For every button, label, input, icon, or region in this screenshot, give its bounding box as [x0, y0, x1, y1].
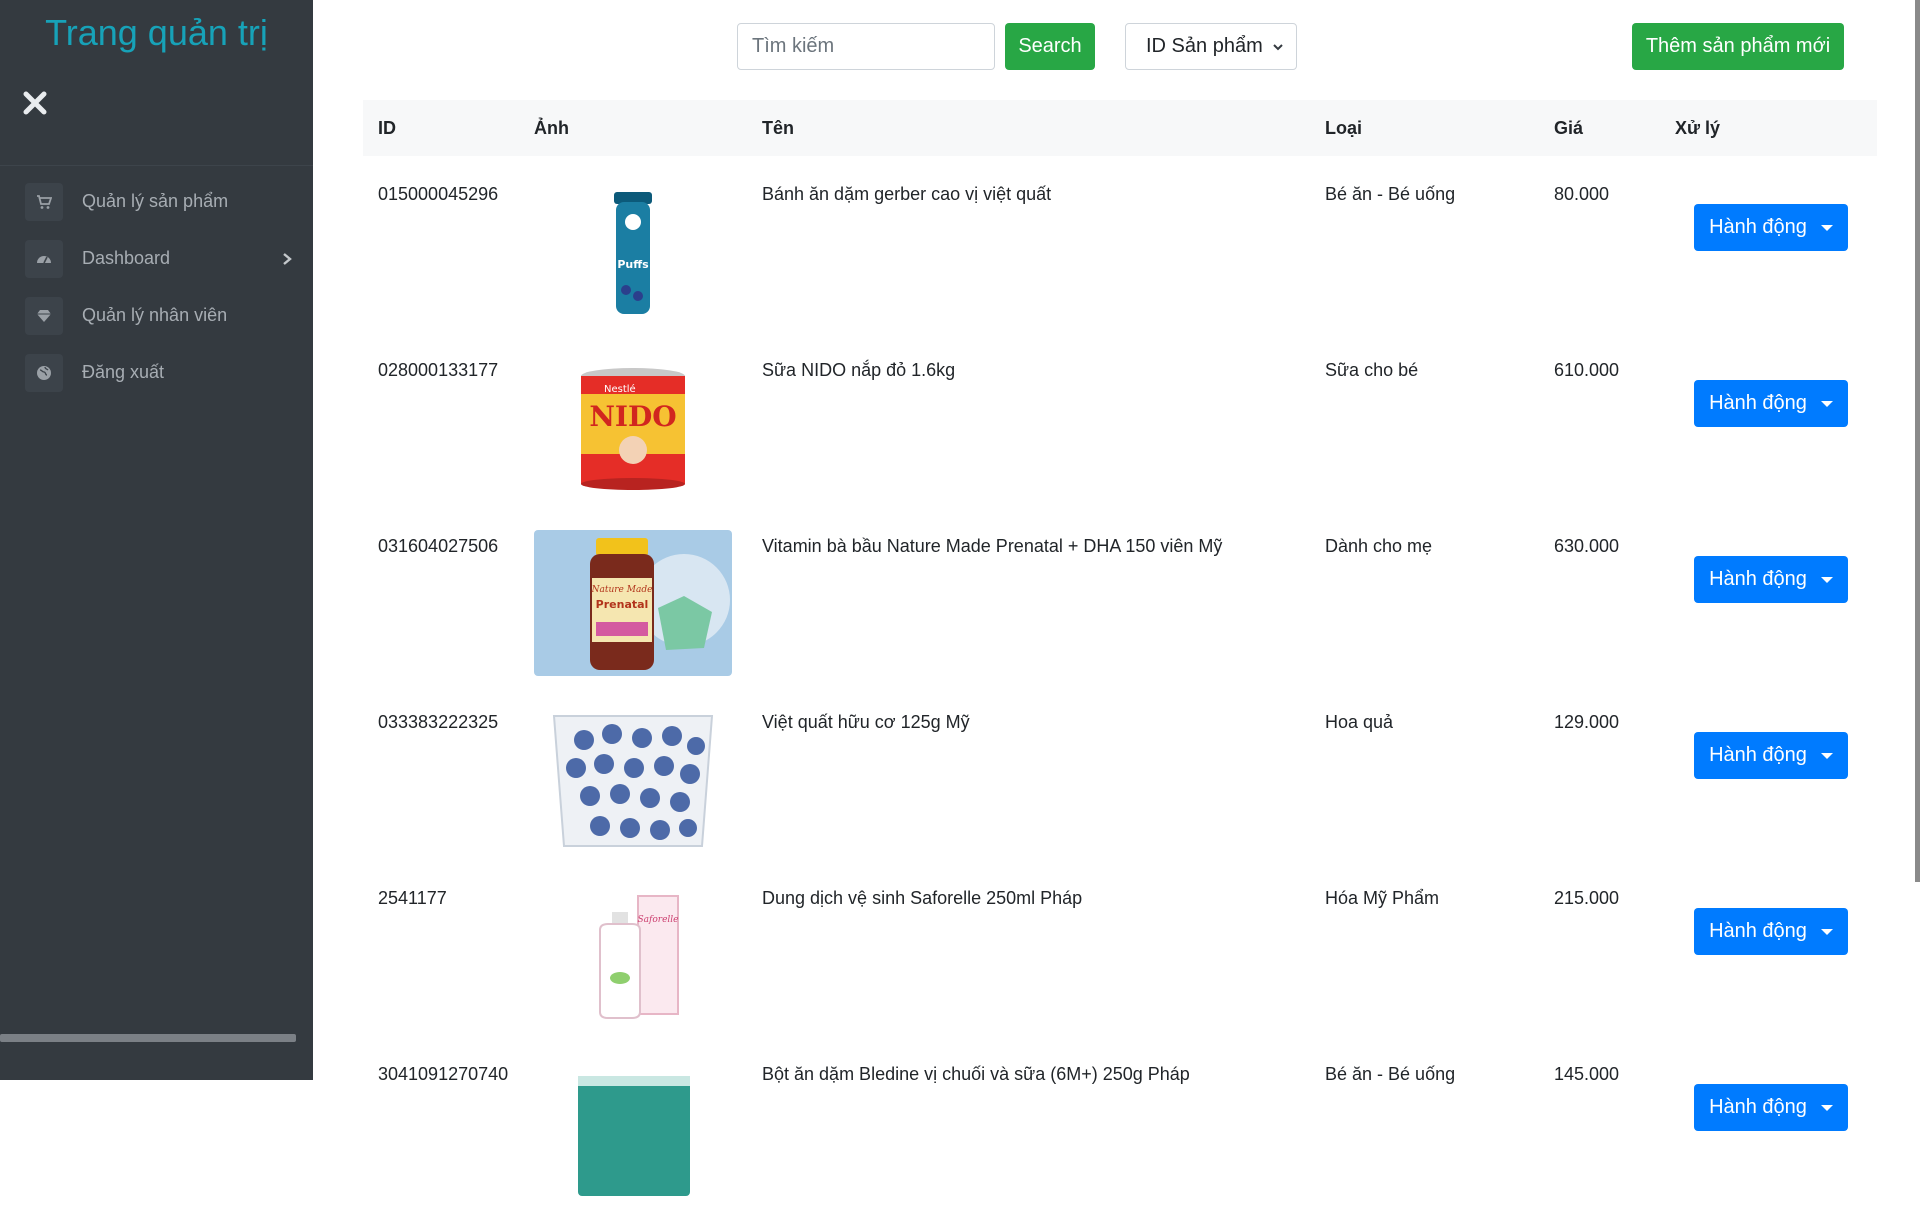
search-input[interactable] — [737, 23, 995, 70]
chevron-down-icon — [1273, 44, 1283, 51]
column-header-name: Tên — [762, 118, 795, 138]
product-image-brand: Nature Made — [591, 585, 653, 595]
search-button[interactable]: Search — [1005, 23, 1095, 70]
product-image-name: NIDO — [589, 400, 676, 433]
column-header-id: ID — [378, 118, 396, 138]
sidebar-nav: Quản lý sản phẩm Dashboard Quản lý nhân … — [0, 173, 313, 401]
action-dropdown-label: Hành động — [1709, 216, 1807, 238]
product-image: Nestlé NIDO — [534, 354, 732, 500]
sidebar-divider — [0, 165, 313, 166]
sidebar-item-label: Quản lý nhân viên — [82, 305, 228, 325]
sidebar-item-label: Quản lý sản phẩm — [82, 191, 229, 211]
product-id: 033383222325 — [378, 712, 499, 732]
main-content: Search ID Sản phẩm Thêm sản phẩm mới ID … — [313, 0, 1920, 1196]
product-image: Saforelle — [534, 882, 732, 1028]
sidebar-item-dashboard[interactable]: Dashboard — [0, 230, 313, 287]
action-dropdown-label: Hành động — [1709, 392, 1807, 414]
table-row: 015000045296 Puffs Bánh ăn dặm gerber ca… — [363, 168, 1877, 344]
caret-down-icon — [1820, 224, 1833, 231]
product-category: Hóa Mỹ Phẩm — [1325, 888, 1440, 908]
caret-down-icon — [1820, 1104, 1833, 1111]
action-dropdown-button[interactable]: Hành động — [1694, 556, 1848, 603]
action-dropdown-button[interactable]: Hành động — [1694, 204, 1848, 251]
product-price: 630.000 — [1554, 536, 1620, 556]
action-dropdown-button[interactable]: Hành động — [1694, 380, 1848, 427]
filter-select[interactable]: ID Sản phẩm — [1125, 23, 1297, 70]
caret-down-icon — [1820, 400, 1833, 407]
table-header: ID Ảnh Tên Loại Giá Xử lý — [363, 100, 1877, 156]
product-category: Dành cho mẹ — [1325, 536, 1433, 556]
diamond-icon — [25, 296, 63, 335]
column-header-actions: Xử lý — [1675, 118, 1721, 138]
product-id: 028000133177 — [378, 360, 499, 380]
sidebar-item-products[interactable]: Quản lý sản phẩm — [0, 173, 313, 230]
column-header-image: Ảnh — [534, 118, 569, 138]
table-row: 031604027506 Nature Made Prenatal Vitami… — [363, 520, 1877, 696]
table-row: 028000133177 Nestlé NIDO Sữa NIDO nắp đỏ… — [363, 344, 1877, 520]
sidebar-item-label: Dashboard — [82, 248, 171, 268]
action-dropdown-button[interactable]: Hành động — [1694, 1084, 1848, 1131]
sidebar: Trang quản trị Quản lý sản phẩm Dashboar… — [0, 0, 313, 1080]
dashboard-icon — [25, 239, 63, 278]
product-image: Nature Made Prenatal — [534, 530, 732, 676]
table-row: 033383222325 Việt quất hữu cơ 125g Mỹ Ho… — [363, 696, 1877, 872]
product-id: 3041091270740 — [378, 1064, 509, 1084]
product-image-brand: Nestlé — [604, 383, 636, 395]
column-header-price: Giá — [1554, 118, 1584, 138]
product-category: Hoa quả — [1325, 712, 1394, 732]
action-dropdown-label: Hành động — [1709, 1096, 1807, 1118]
add-product-button[interactable]: Thêm sản phẩm mới — [1632, 23, 1844, 70]
product-name: Việt quất hữu cơ 125g Mỹ — [762, 712, 970, 732]
globe-icon — [25, 353, 63, 392]
action-dropdown-label: Hành động — [1709, 568, 1807, 590]
sidebar-scrollbar[interactable] — [0, 1034, 296, 1042]
sidebar-item-label: Đăng xuất — [82, 362, 165, 382]
product-id: 2541177 — [378, 888, 447, 908]
product-image-name: Prenatal — [596, 598, 649, 611]
sidebar-item-logout[interactable]: Đăng xuất — [0, 344, 313, 401]
product-price: 129.000 — [1554, 712, 1620, 732]
product-name: Dung dịch vệ sinh Saforelle 250ml Pháp — [762, 888, 1083, 908]
chevron-right-icon — [283, 253, 292, 265]
close-sidebar-button[interactable] — [20, 88, 50, 118]
product-category: Bé ăn - Bé uống — [1325, 1064, 1456, 1084]
product-category: Bé ăn - Bé uống — [1325, 184, 1456, 204]
action-dropdown-label: Hành động — [1709, 744, 1807, 766]
page-scrollbar[interactable] — [1915, 0, 1920, 882]
table-row: 2541177 Saforelle Dung dịch vệ sinh Safo… — [363, 872, 1877, 1048]
product-price: 215.000 — [1554, 888, 1620, 908]
product-name: Bột ăn dặm Bledine vị chuối và sữa (6M+)… — [762, 1064, 1190, 1084]
product-id: 031604027506 — [378, 536, 499, 556]
caret-down-icon — [1820, 928, 1833, 935]
filter-select-value: ID Sản phẩm — [1146, 35, 1263, 57]
product-name: Vitamin bà bầu Nature Made Prenatal + DH… — [762, 536, 1223, 556]
product-name: Sữa NIDO nắp đỏ 1.6kg — [762, 360, 956, 380]
action-dropdown-label: Hành động — [1709, 920, 1807, 942]
product-category: Sữa cho bé — [1325, 360, 1419, 380]
close-icon — [23, 91, 47, 115]
product-image-brand: Puffs — [617, 258, 649, 271]
cart-icon — [25, 182, 63, 221]
table-row: 3041091270740 Bột ăn dặm Bledine vị chuố… — [363, 1048, 1877, 1224]
action-dropdown-button[interactable]: Hành động — [1694, 908, 1848, 955]
product-image-brand: Saforelle — [638, 915, 679, 925]
column-header-category: Loại — [1325, 118, 1363, 138]
caret-down-icon — [1820, 576, 1833, 583]
product-id: 015000045296 — [378, 184, 499, 204]
brand-title[interactable]: Trang quản trị — [0, 12, 313, 54]
action-dropdown-button[interactable]: Hành động — [1694, 732, 1848, 779]
product-price: 80.000 — [1554, 184, 1610, 204]
product-image — [534, 706, 732, 852]
product-price: 610.000 — [1554, 360, 1620, 380]
sidebar-item-employees[interactable]: Quản lý nhân viên — [0, 287, 313, 344]
product-name: Bánh ăn dặm gerber cao vị việt quất — [762, 184, 1052, 204]
product-image: Puffs — [534, 178, 732, 324]
product-price: 145.000 — [1554, 1064, 1620, 1084]
caret-down-icon — [1820, 752, 1833, 759]
